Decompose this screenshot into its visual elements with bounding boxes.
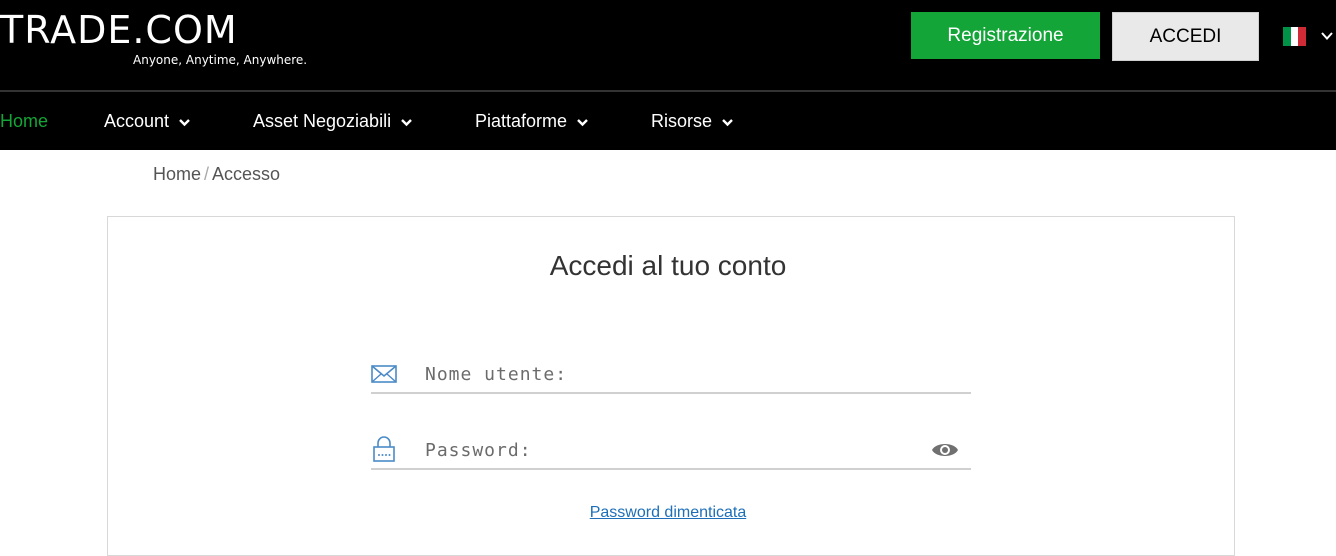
nav-item-home[interactable]: Home (0, 92, 48, 150)
nav-item-label: Risorse (651, 110, 713, 131)
eye-icon (932, 444, 958, 456)
username-input[interactable] (425, 358, 925, 390)
breadcrumb-home-link[interactable]: Home (153, 164, 201, 184)
trade-com-logo[interactable]: TRADE.COM (0, 6, 238, 54)
breadcrumb: Home / Accesso (153, 164, 280, 185)
show-password-toggle[interactable] (931, 440, 959, 460)
login-button[interactable]: ACCEDI (1112, 12, 1259, 61)
nav-item-label: Piattaforme (475, 110, 568, 131)
lock-icon (373, 436, 395, 462)
language-selector[interactable] (1283, 25, 1336, 47)
register-button[interactable]: Registrazione (911, 12, 1100, 59)
nav-item-risorse[interactable]: Risorse (651, 92, 734, 150)
nav-item-label: Home (0, 110, 49, 131)
chevron-down-icon (401, 118, 412, 126)
forgot-password-container: Password dimenticata (0, 504, 1336, 522)
envelope-icon (371, 365, 397, 383)
password-field (371, 430, 971, 470)
nav-item-account[interactable]: Account (104, 92, 191, 150)
main-nav: Home Account Asset Negoziabili Piattafor… (0, 92, 1336, 150)
chevron-down-icon (577, 118, 588, 126)
chevron-down-icon (179, 118, 190, 126)
logo-text: TRADE.COM (0, 8, 238, 52)
nav-item-asset-negoziabili[interactable]: Asset Negoziabili (253, 92, 413, 150)
chevron-down-icon (1321, 32, 1333, 40)
nav-item-piattaforme[interactable]: Piattaforme (475, 92, 589, 150)
username-field (371, 354, 971, 394)
breadcrumb-current: Accesso (212, 164, 281, 184)
italy-flag-icon (1283, 26, 1307, 46)
login-title: Accedi al tuo conto (549, 250, 787, 281)
chevron-down-icon (722, 118, 733, 126)
forgot-password-link[interactable]: Password dimenticata (590, 504, 747, 521)
breadcrumb-separator: / (204, 164, 210, 184)
password-input[interactable] (425, 434, 925, 466)
nav-item-label: Asset Negoziabili (253, 110, 392, 131)
top-header: TRADE.COM Anyone, Anytime, Anywhere. Reg… (0, 0, 1336, 90)
nav-item-label: Account (104, 110, 170, 131)
logo-tagline: Anyone, Anytime, Anywhere. (133, 53, 308, 67)
